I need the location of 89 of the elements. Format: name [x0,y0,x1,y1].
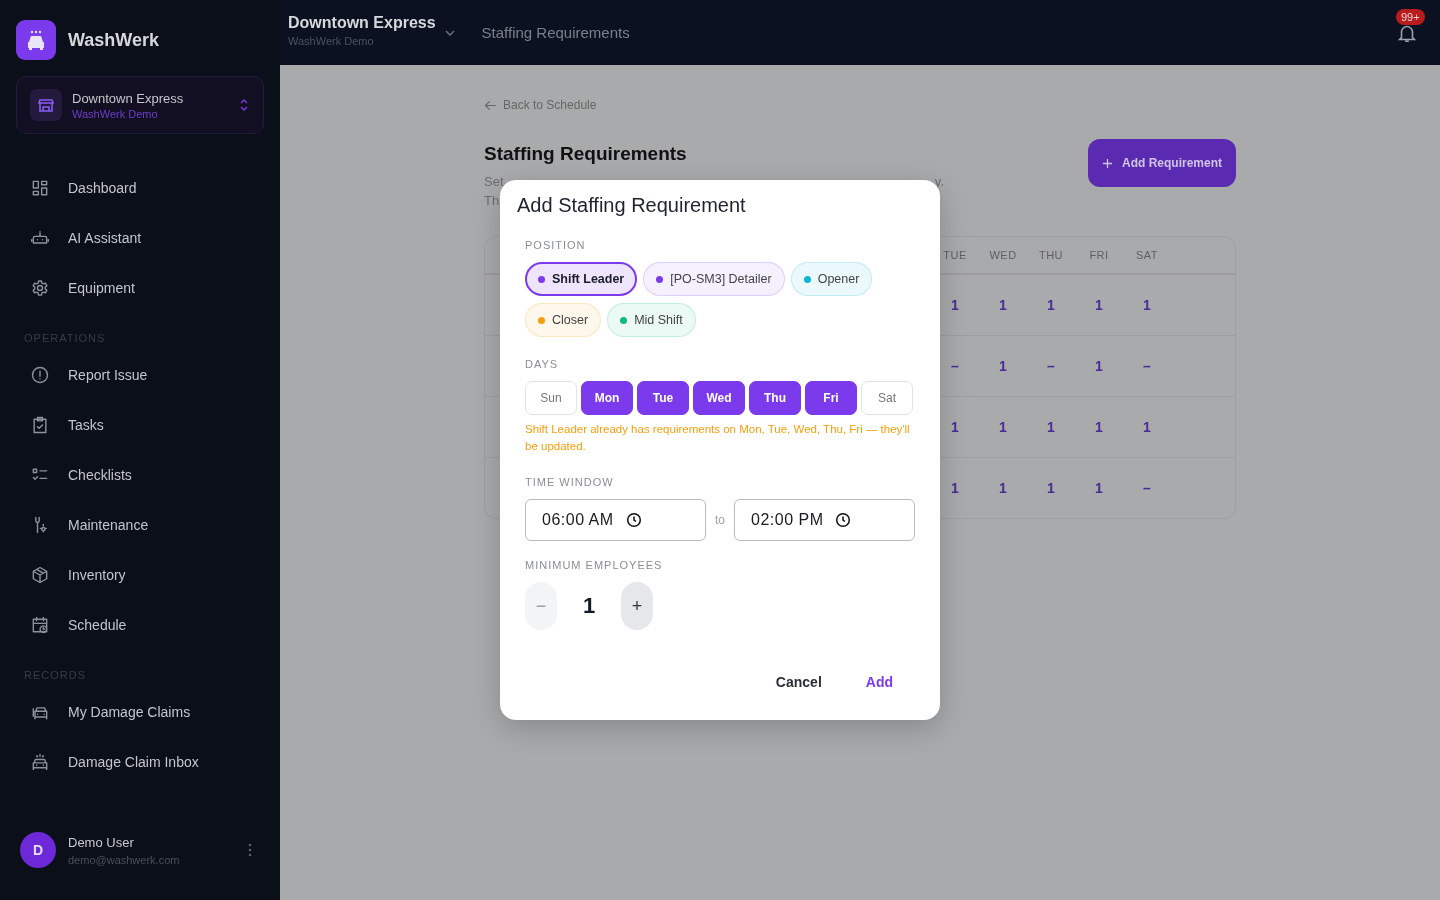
clipboard-icon [30,415,50,435]
table-cell-text: 1 [1046,297,1056,313]
nav-item[interactable]: Maintenance [0,500,280,550]
table-cell-text: – [1046,358,1056,374]
box-icon [30,565,50,585]
time-field[interactable]: 02:00 PM [734,499,915,541]
position-chip[interactable]: Shift Leader [525,262,638,296]
position-chip[interactable]: Mid Shift [607,303,696,337]
table-cell-text: – [950,358,960,374]
column-header: SAT [1134,249,1160,261]
table-cell-text: 1 [998,297,1008,313]
nav-item[interactable]: Inventory [0,550,280,600]
day-toggle[interactable]: Mon [581,381,633,415]
day-toggle[interactable]: Sun [525,381,577,415]
add-requirement-button[interactable]: Add Requirement [1088,139,1236,187]
nav-item[interactable]: My Damage Claims [0,687,280,737]
day-toggle[interactable]: Tue [637,381,689,415]
nav-item[interactable]: Dashboard [0,163,280,213]
nav-item[interactable]: Damage Claim Inbox [0,737,280,787]
time-field[interactable]: 06:00 AM [525,499,706,541]
nav-item[interactable]: Report Issue [0,350,280,400]
warning-text: Shift Leader already has requirements on Mon, Tue, Wed, Thu, Fri — they'll be updated. [525,422,911,454]
car-icon [30,752,50,772]
nav-item[interactable]: Schedule [0,600,280,650]
table-cell-text: 1 [1094,419,1104,435]
nav-item[interactable]: Equipment [0,263,280,313]
more-icon[interactable] [248,843,252,857]
table-cell-text: 1 [950,480,960,496]
avatar: D [20,832,56,868]
page-heading: Staffing Requirements [484,142,688,166]
field-label: DAYS [525,357,560,371]
store-switcher[interactable]: Downtown Express WashWerk Demo [288,18,456,47]
table-cell-text: 1 [1094,358,1104,374]
gear-icon [30,278,50,298]
page-title: Staffing Requirements [481,24,631,41]
clock-icon [835,512,852,528]
alert-icon [30,365,50,385]
description-text: Th [484,192,500,210]
user-name: Demo User [68,834,135,850]
day-toggle[interactable]: Thu [749,381,801,415]
table-cell-text: 1 [1142,297,1152,313]
position-chip[interactable]: Opener [790,262,873,296]
calendar-icon [30,615,50,635]
nav-item[interactable]: AI Assistant [0,213,280,263]
table-cell-text: – [1142,358,1152,374]
table-cell-text: 1 [1046,480,1056,496]
table-cell-text: 1 [998,419,1008,435]
field-label: MINIMUM EMPLOYEES [525,558,664,572]
table-cell-text: 1 [950,419,960,435]
nav-item[interactable]: Tasks [0,400,280,450]
clock-icon [625,512,642,528]
column-header: TUE [942,249,968,261]
dialog-title: Add Staffing Requirement [517,193,747,218]
day-toggle[interactable]: Wed [693,381,745,415]
table-cell-text: 1 [998,358,1008,374]
table-cell-text: 1 [1094,480,1104,496]
position-chip[interactable]: Closer [525,303,602,337]
table-cell-text: 1 [1046,419,1056,435]
table-cell-text: 1 [1094,297,1104,313]
description-text: Set [484,173,504,191]
chevron-down-icon [443,28,456,37]
logo-icon [16,20,56,60]
chevron-updown-icon [239,97,249,113]
increment-button[interactable]: + [621,582,653,630]
table-cell-text: 1 [1142,419,1152,435]
dashboard-icon [30,178,50,198]
store-selector[interactable]: Downtown Express WashWerk Demo [16,76,264,134]
user-email: demo@washwerk.com [68,853,181,866]
add-button[interactable]: Add [853,666,905,698]
day-toggle[interactable]: Sat [861,381,913,415]
column-header: FRI [1088,249,1110,261]
table-cell-text: 1 [998,480,1008,496]
table-cell-text: – [1142,480,1152,496]
store-icon [30,89,62,121]
column-header: WED [988,249,1018,261]
notification-badge: 99+ [1396,8,1425,25]
column-header: THU [1037,249,1065,261]
field-label: TIME WINDOW [525,475,615,489]
table-cell-text: 1 [950,297,960,313]
range-separator: to [714,513,726,527]
cancel-button[interactable]: Cancel [763,666,834,698]
arrow-left-icon [484,99,497,111]
employee-count: 1 [581,593,597,619]
nav-item[interactable]: Checklists [0,450,280,500]
brand-name: WashWerk [68,29,160,51]
plus-icon [1102,157,1113,169]
day-toggle[interactable]: Fri [805,381,857,415]
field-label: POSITION [525,238,587,252]
position-chip[interactable]: [PO-SM3] Detailer [643,262,785,296]
